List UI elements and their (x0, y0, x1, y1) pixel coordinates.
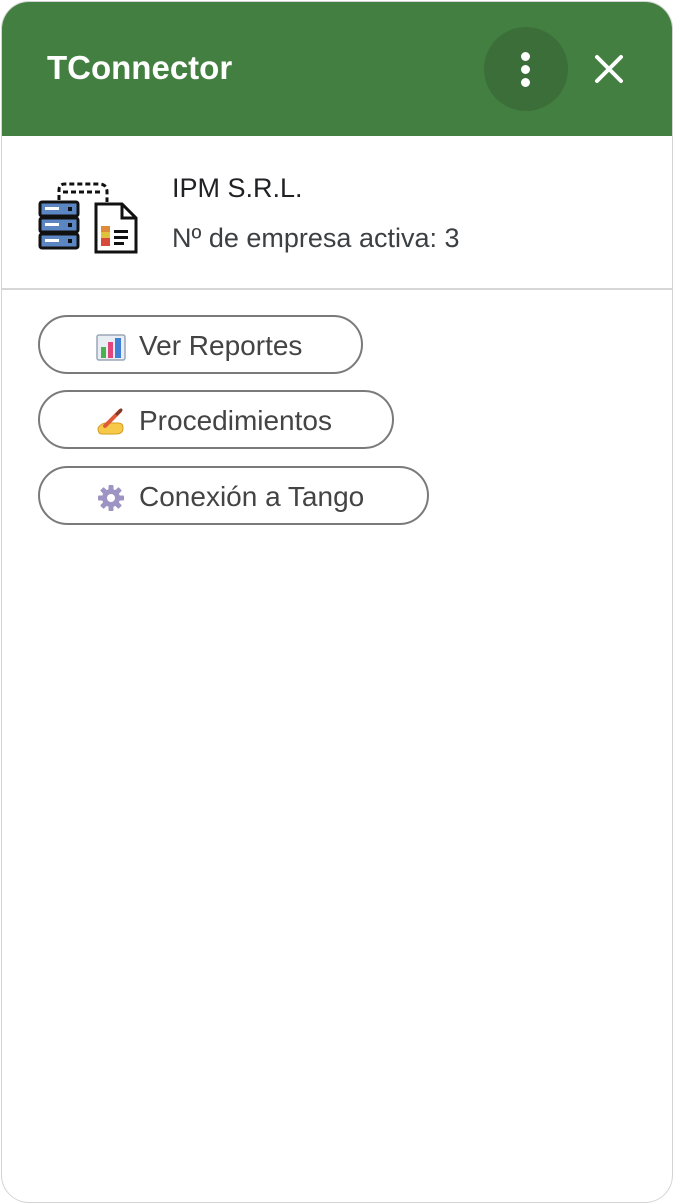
bar-chart-icon (96, 334, 126, 361)
close-button[interactable] (584, 44, 634, 94)
ver-reportes-button[interactable]: Ver Reportes (38, 315, 363, 374)
procedimientos-label: Procedimientos (139, 405, 332, 436)
ver-reportes-label: Ver Reportes (139, 330, 303, 361)
gear-icon (98, 485, 124, 511)
close-icon (595, 55, 623, 83)
conexion-tango-label: Conexión a Tango (139, 481, 365, 512)
writing-hand-icon (97, 408, 124, 435)
company-name: IPM S.R.L. (172, 173, 303, 203)
server-document-connection-icon (38, 182, 138, 254)
header-bar: TConnector (2, 2, 672, 136)
tconnector-panel: TConnector IPM S.R.L. Nº de empresa acti… (1, 1, 673, 1203)
more-options-button[interactable] (484, 27, 568, 111)
app-title: TConnector (47, 49, 233, 86)
conexion-tango-button[interactable]: Conexión a Tango (38, 466, 429, 525)
procedimientos-button[interactable]: Procedimientos (38, 390, 394, 449)
company-info: IPM S.R.L. Nº de empresa activa: 3 (2, 136, 672, 290)
active-company-number: Nº de empresa activa: 3 (172, 223, 460, 253)
